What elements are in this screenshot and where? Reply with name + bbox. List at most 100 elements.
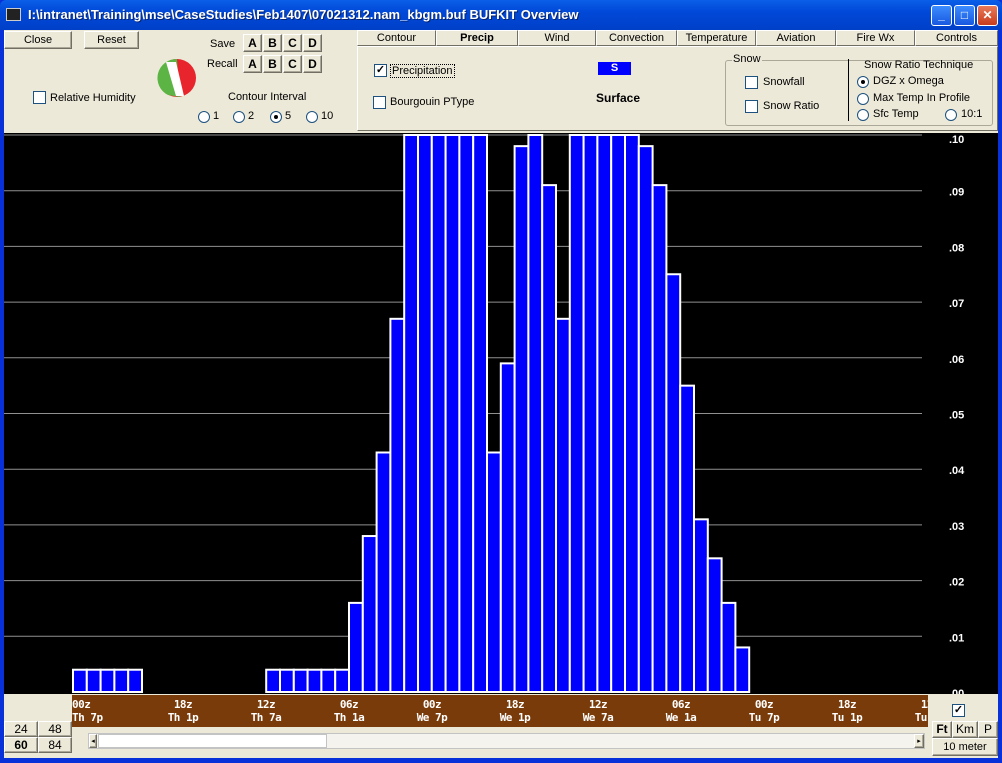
time-local: We 1p	[499, 711, 531, 724]
precip-bar	[472, 134, 489, 693]
height-level-button[interactable]: 10 meter	[932, 738, 998, 756]
time-axis-label: 12z Th 7a	[236, 698, 296, 724]
snow-technique-radio[interactable]	[857, 109, 869, 121]
time-utc: 12z	[256, 698, 276, 711]
contour-interval-option-label: 1	[213, 110, 220, 122]
y-tick-label: .04	[949, 465, 965, 477]
scroll-thumb[interactable]	[98, 734, 327, 748]
precip-bar	[292, 668, 309, 693]
snow-ratio-checkbox[interactable]	[745, 100, 758, 113]
y-tick-label: .09	[949, 187, 964, 199]
save-label: Save	[210, 38, 236, 50]
precip-bar	[113, 668, 130, 693]
time-local: We 7p	[416, 711, 448, 724]
time-axis-label: 06z Th 1a	[319, 698, 379, 724]
time-axis-label: 00z We 7p	[402, 698, 462, 724]
range-48-button[interactable]: 48	[38, 721, 72, 737]
window-title: I:\intranet\Training\mse\CaseStudies\Feb…	[28, 7, 579, 22]
precip-bar	[265, 668, 282, 693]
recall-slot-c-button[interactable]: C	[283, 55, 302, 73]
precip-bar-chart: .10 .09 .08 .07 .06 .05 .04 .03 .02 .01 .00	[4, 134, 965, 700]
time-axis-bar: 00z Th 7p 18z Th 1p 12z Th 7a 06z Th 1a 00z We 7p…	[72, 695, 928, 727]
range-84-button[interactable]: 84	[38, 737, 72, 753]
reset-button[interactable]: Reset	[84, 31, 139, 49]
contour-interval-radio-2[interactable]	[233, 111, 245, 123]
precip-bar	[279, 668, 295, 693]
precip-bar	[637, 145, 654, 693]
snow-technique-radio[interactable]	[857, 76, 869, 88]
precip-bar	[375, 451, 392, 693]
precip-bar	[555, 317, 571, 693]
time-utc: 00z	[72, 698, 91, 711]
recall-slot-d-button[interactable]: D	[303, 55, 322, 73]
tab-controls[interactable]: Controls	[915, 30, 998, 46]
save-slot-c-button[interactable]: C	[283, 34, 302, 52]
relative-humidity-checkbox[interactable]	[33, 91, 46, 104]
range-24-button[interactable]: 24	[4, 721, 38, 737]
recall-slot-b-button[interactable]: B	[263, 55, 282, 73]
snow-divider	[848, 59, 849, 121]
precip-bar	[734, 646, 751, 694]
save-slot-b-button[interactable]: B	[263, 34, 282, 52]
time-utc: 00z	[754, 698, 774, 711]
scroll-right-arrow[interactable]: ▸	[914, 734, 924, 748]
precip-bar	[334, 668, 351, 693]
surface-level-badge[interactable]: S	[598, 62, 631, 75]
unit-p-button[interactable]: P	[978, 721, 998, 738]
snow-technique-option-label: 10:1	[961, 108, 983, 120]
close-button[interactable]: Close	[4, 31, 72, 49]
tab-temperature[interactable]: Temperature	[677, 30, 756, 46]
precip-bar	[99, 668, 116, 693]
precip-bar	[693, 518, 709, 693]
tab-aviation[interactable]: Aviation	[756, 30, 836, 46]
range-60-button[interactable]: 60	[4, 737, 38, 753]
title-bar: I:\intranet\Training\mse\CaseStudies\Feb…	[0, 0, 1002, 30]
precip-bar	[527, 134, 544, 693]
tab-fire-wx[interactable]: Fire Wx	[836, 30, 915, 46]
precip-bar	[568, 134, 585, 693]
bottom-option-checkbox[interactable]: ✓	[952, 704, 965, 717]
precipitation-checkbox[interactable]: ✓	[374, 64, 387, 77]
contour-interval-option-label: 2	[248, 110, 255, 122]
tab-contour[interactable]: Contour	[357, 30, 436, 46]
bourgouin-ptype-label: Bourgouin PType	[390, 96, 475, 108]
y-tick-label: .02	[949, 577, 964, 589]
recall-slot-a-button[interactable]: A	[243, 55, 262, 73]
scroll-left-arrow[interactable]: ◂	[89, 734, 97, 748]
time-axis-label: 00z Tu 7p	[734, 698, 794, 724]
precip-bar	[361, 535, 378, 694]
save-slot-a-button[interactable]: A	[243, 34, 262, 52]
tab-wind[interactable]: Wind	[518, 30, 596, 46]
time-local: We 7a	[582, 711, 614, 724]
precip-bar	[320, 668, 337, 693]
precip-bar	[444, 134, 461, 693]
save-slot-d-button[interactable]: D	[303, 34, 322, 52]
snow-technique-radio[interactable]	[857, 93, 869, 105]
time-utc: 18z	[505, 698, 525, 711]
precip-bar	[403, 134, 420, 693]
tab-convection[interactable]: Convection	[596, 30, 677, 46]
contour-interval-radio-5[interactable]	[270, 111, 282, 123]
y-tick-label: .05	[949, 410, 964, 422]
close-window-button[interactable]: ✕	[977, 5, 998, 26]
contour-interval-radio-10[interactable]	[306, 111, 318, 123]
maximize-button[interactable]: □	[954, 5, 975, 26]
unit-ft-button[interactable]: Ft	[932, 721, 952, 738]
time-scrollbar[interactable]: ◂ ▸	[88, 733, 925, 749]
y-tick-label: .10	[949, 134, 964, 146]
time-local: Tu 7a	[914, 711, 928, 724]
unit-km-button[interactable]: Km	[952, 721, 978, 738]
snow-group-title: Snow	[732, 53, 762, 65]
minimize-button[interactable]: _	[931, 5, 952, 26]
contour-interval-radio-1[interactable]	[198, 111, 210, 123]
snow-technique-radio[interactable]	[945, 109, 957, 121]
tab-precip[interactable]: Precip	[436, 30, 518, 46]
contour-interval-option-label: 5	[285, 110, 292, 122]
time-utc: 12z	[920, 698, 928, 711]
time-local: Th 7p	[72, 711, 103, 724]
precip-bar	[486, 451, 502, 693]
snowfall-checkbox[interactable]	[745, 76, 758, 89]
precip-bar	[417, 134, 433, 693]
precip-bar	[610, 134, 627, 693]
bourgouin-ptype-checkbox[interactable]	[373, 96, 386, 109]
